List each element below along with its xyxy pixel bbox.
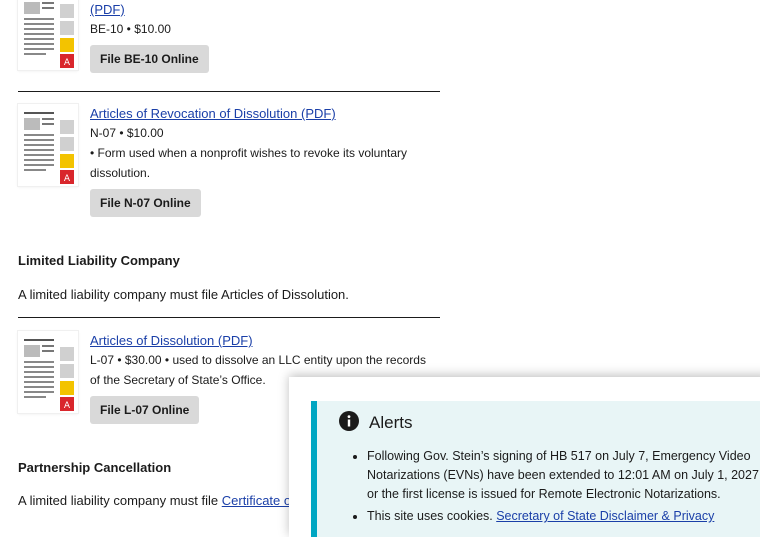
svg-text:A: A — [64, 174, 71, 184]
pdf-thumbnail-icon: A — [18, 0, 78, 70]
form-meta: BE-10 • $10.00 — [90, 22, 171, 36]
alert-item: This site uses cookies. Secretary of Sta… — [367, 507, 760, 526]
file-l07-online-button[interactable]: File L-07 Online — [90, 396, 200, 424]
partnership-text: A limited liability company must file Ce… — [18, 493, 295, 508]
alerts-box: Alerts Following Gov. Stein’s signing of… — [311, 401, 760, 537]
form-item-be10: A (PDF) BE-10 • $10.00 File BE-10 Online — [18, 0, 440, 80]
info-icon — [339, 411, 359, 431]
divider — [18, 91, 440, 92]
form-description: • Form used when a nonprofit wishes to r… — [90, 146, 408, 180]
certificate-link[interactable]: Certificate of — [222, 493, 295, 508]
partnership-heading: Partnership Cancellation — [18, 460, 172, 475]
form-pdf-link[interactable]: (PDF) — [90, 2, 125, 17]
form-pdf-link[interactable]: Articles of Revocation of Dissolution (P… — [90, 106, 336, 121]
divider — [18, 317, 440, 318]
file-n07-online-button[interactable]: File N-07 Online — [90, 189, 201, 217]
pdf-thumbnail-icon: A — [18, 331, 78, 413]
form-meta: N-07 • $10.00 — [90, 126, 164, 140]
svg-text:A: A — [64, 58, 71, 68]
partnership-text-body: A limited liability company must file — [18, 493, 222, 508]
file-be10-online-button[interactable]: File BE-10 Online — [90, 45, 209, 73]
alerts-title: Alerts — [369, 413, 413, 432]
form-pdf-link[interactable]: Articles of Dissolution (PDF) — [90, 333, 253, 348]
alerts-list: Following Gov. Stein’s signing of HB 517… — [347, 447, 760, 529]
alert-item: Following Gov. Stein’s signing of HB 517… — [367, 447, 760, 504]
llc-text: A limited liability company must file Ar… — [18, 287, 349, 302]
alerts-panel: Alerts Following Gov. Stein’s signing of… — [289, 377, 760, 537]
pdf-thumbnail-icon: A — [18, 104, 78, 186]
llc-heading: Limited Liability Company — [18, 253, 180, 268]
svg-text:A: A — [64, 401, 71, 411]
form-item-n07: A Articles of Revocation of Dissolution … — [18, 104, 440, 224]
